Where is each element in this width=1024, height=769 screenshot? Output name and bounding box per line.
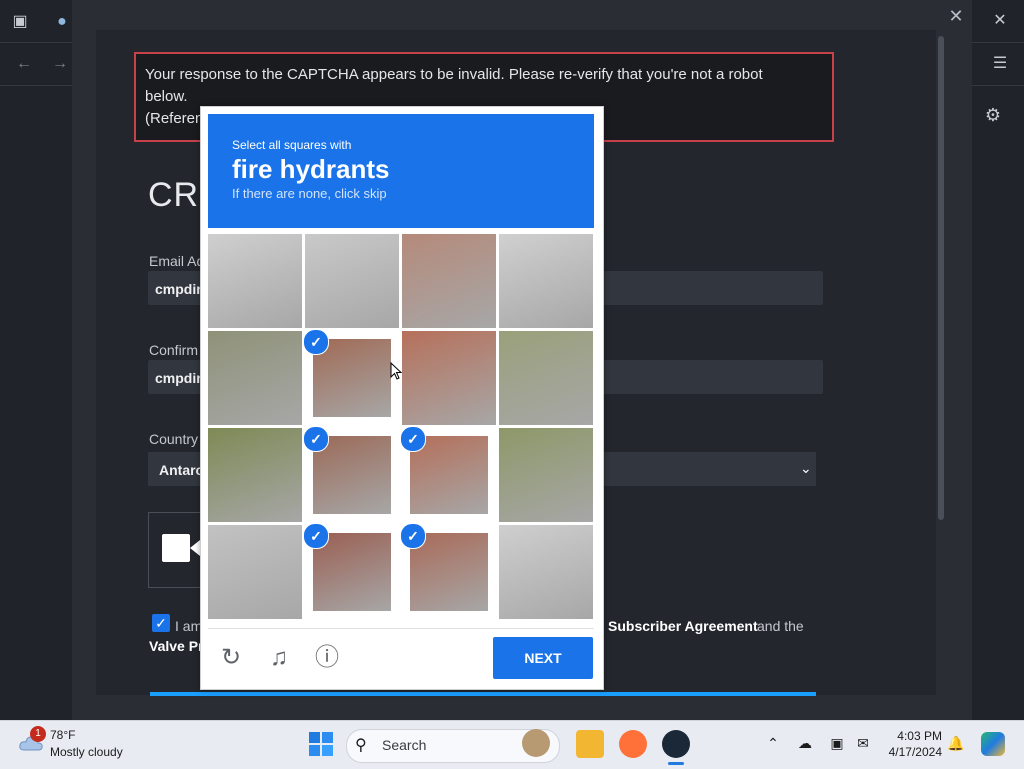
captcha-tile-image: [402, 234, 496, 328]
steam-taskbar-icon[interactable]: [662, 730, 690, 758]
forward-arrow-icon[interactable]: →: [50, 56, 70, 72]
archive-icon[interactable]: ▣: [10, 14, 30, 30]
captcha-tile[interactable]: [208, 234, 302, 328]
weather-temperature[interactable]: 78°F: [50, 728, 75, 742]
modal-scrollbar[interactable]: [938, 36, 944, 520]
weather-condition[interactable]: Mostly cloudy: [50, 745, 123, 759]
captcha-tile-image: [499, 234, 593, 328]
active-app-indicator: [668, 762, 684, 765]
info-icon[interactable]: ⓘ: [312, 645, 342, 671]
captcha-tile-image: [208, 331, 302, 425]
valve-privacy-link[interactable]: Valve Pr: [149, 638, 204, 654]
and-the-text: and the: [757, 618, 804, 634]
onedrive-off-icon[interactable]: ☁: [796, 735, 814, 752]
captcha-tile-image: [499, 428, 593, 522]
divider: [0, 42, 72, 43]
subscriber-agreement-link[interactable]: Subscriber Agreement: [608, 618, 758, 634]
gear-icon[interactable]: ⚙: [983, 106, 1003, 124]
error-line: below.: [145, 88, 188, 105]
selected-check-icon: ✓: [400, 523, 426, 549]
email-label: Email Ad: [149, 253, 205, 269]
captcha-target: fire hydrants: [232, 154, 390, 184]
captcha-tile[interactable]: [499, 525, 593, 619]
captcha-instruction: Select all squares with: [232, 138, 352, 152]
captcha-tile-image: [208, 234, 302, 328]
search-icon: ⚲: [355, 737, 367, 754]
email-value: cmpdir: [155, 281, 202, 297]
captcha-tile[interactable]: [208, 525, 302, 619]
back-arrow-icon[interactable]: ←: [14, 56, 34, 72]
divider: [972, 85, 1024, 86]
agree-text: I am: [175, 618, 203, 634]
notification-badge: 1: [30, 726, 46, 742]
captcha-tile[interactable]: [402, 331, 496, 425]
chevron-up-icon[interactable]: ⌃: [764, 735, 782, 752]
continue-button-edge[interactable]: [150, 692, 816, 696]
notification-bell-icon[interactable]: 🔔: [947, 735, 965, 752]
steam-tab-icon[interactable]: ●: [52, 14, 72, 30]
country-value: Antarc: [159, 462, 204, 478]
selected-check-icon: ✓: [303, 426, 329, 452]
divider: [0, 85, 72, 86]
confirm-value: cmpdir: [155, 370, 202, 386]
selected-check-icon: ✓: [303, 329, 329, 355]
hamburger-menu-icon[interactable]: ☰: [990, 56, 1010, 72]
copilot-icon[interactable]: [981, 732, 1005, 756]
country-label: Country: [149, 431, 199, 447]
search-placeholder: Search: [382, 737, 427, 753]
captcha-tile-image: [499, 331, 593, 425]
selected-check-icon: ✓: [400, 426, 426, 452]
file-explorer-icon[interactable]: [576, 730, 604, 758]
next-button[interactable]: NEXT: [493, 637, 593, 679]
network-volume-icon[interactable]: ✉: [854, 735, 872, 752]
captcha-tile[interactable]: [208, 331, 302, 425]
captcha-tile-image: [208, 428, 302, 522]
captcha-tile-image: [305, 234, 399, 328]
agree-checkbox[interactable]: ✓: [152, 614, 170, 632]
divider: [208, 628, 594, 629]
firefox-icon[interactable]: [619, 730, 647, 758]
clock-time[interactable]: 4:03 PM: [890, 729, 942, 743]
captcha-tile[interactable]: [402, 234, 496, 328]
recaptcha-checkbox[interactable]: [162, 534, 190, 562]
captcha-tile[interactable]: [499, 331, 593, 425]
captcha-tile[interactable]: [499, 234, 593, 328]
captcha-tile[interactable]: [208, 428, 302, 522]
selected-check-icon: ✓: [303, 523, 329, 549]
divider: [972, 42, 1024, 43]
captcha-hint: If there are none, click skip: [232, 186, 387, 201]
captcha-tile[interactable]: [499, 428, 593, 522]
confirm-label: Confirm: [149, 342, 199, 358]
clock-date[interactable]: 4/17/2024: [880, 745, 942, 759]
error-line: Your response to the CAPTCHA appears to …: [145, 66, 763, 83]
chevron-down-icon: ⌄: [800, 460, 812, 476]
captcha-tile[interactable]: [305, 234, 399, 328]
display-icon[interactable]: ▣: [828, 735, 846, 752]
modal-close-icon[interactable]: ✕: [946, 6, 966, 26]
mouse-cursor-icon: [390, 362, 402, 380]
window-close-icon[interactable]: ✕: [990, 13, 1010, 29]
captcha-tile-image: [208, 525, 302, 619]
search-highlight-icon[interactable]: [522, 729, 550, 757]
reload-icon[interactable]: ↻: [216, 645, 246, 671]
captcha-tile-image: [402, 331, 496, 425]
steam-left-panel: [0, 0, 72, 720]
captcha-tile-image: [499, 525, 593, 619]
windows-start-icon[interactable]: [308, 731, 334, 757]
tooltip-arrow: [190, 540, 200, 556]
audio-challenge-icon[interactable]: ♫: [264, 645, 294, 671]
captcha-grid: ✓ ✓ ✓ ✓ ✓: [208, 234, 594, 620]
